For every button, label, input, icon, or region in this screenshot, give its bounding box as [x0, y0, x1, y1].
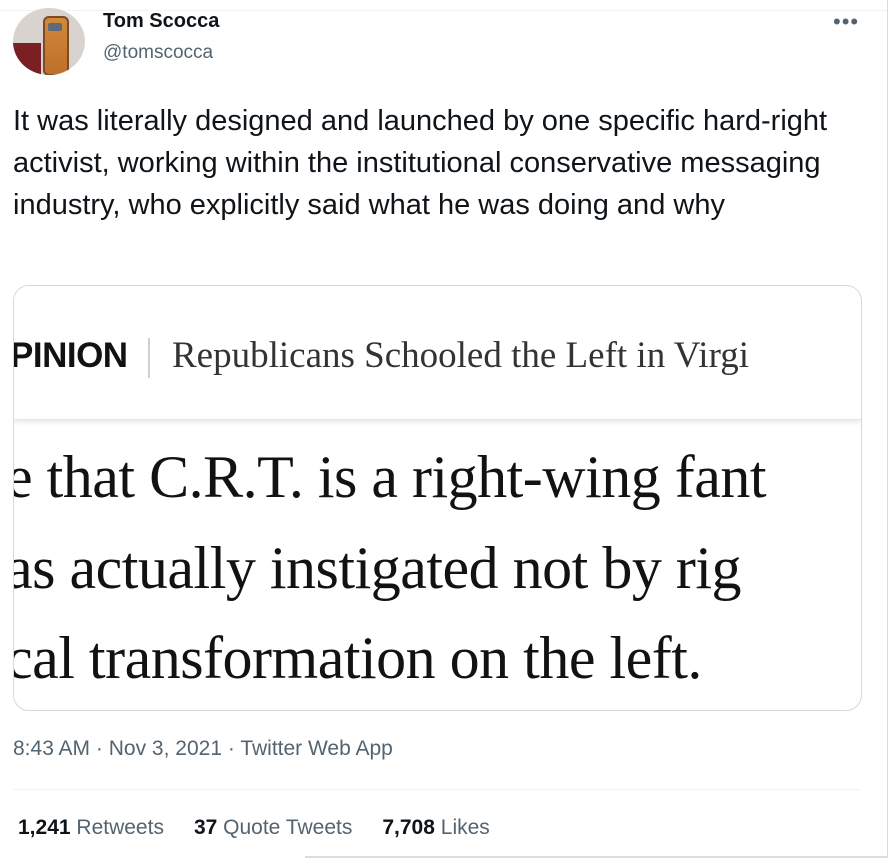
avatar[interactable] — [13, 8, 85, 75]
retweets-stat[interactable]: 1,241 Retweets — [18, 816, 164, 840]
meta-separator: · — [95, 737, 103, 760]
media-header: PINION Republicans Schooled the Left in … — [14, 286, 861, 420]
likes-stat[interactable]: 7,708 Likes — [382, 816, 489, 840]
avatar-background — [13, 43, 41, 75]
tweet-date[interactable]: Nov 3, 2021 — [109, 737, 222, 760]
meta-separator: · — [227, 737, 235, 760]
quote-tweets-stat[interactable]: 37 Quote Tweets — [194, 816, 352, 840]
tweet-time[interactable]: 8:43 AM — [13, 737, 90, 760]
media-section-label: PINION — [13, 336, 128, 375]
retweets-label: Retweets — [76, 816, 164, 839]
media-quote-line-1: e that C.R.T. is a right-wing fant — [13, 444, 767, 510]
media-headline: Republicans Schooled the Left in Virgi — [172, 335, 750, 376]
tweet-media-image[interactable]: PINION Republicans Schooled the Left in … — [13, 285, 862, 711]
stats-divider — [13, 789, 861, 790]
media-quote-line-2: as actually instigated not by rig — [13, 535, 742, 601]
tweet-source[interactable]: Twitter Web App — [240, 737, 393, 760]
media-quote-line-3: cal transformation on the left. — [13, 625, 702, 691]
media-separator — [148, 338, 150, 378]
right-border — [887, 0, 888, 858]
tweet-text: It was literally designed and launched b… — [13, 105, 828, 221]
quote-tweets-count: 37 — [193, 816, 218, 839]
more-options-icon[interactable]: ••• — [833, 11, 859, 33]
tweet-metadata: 8:43 AM · Nov 3, 2021 · Twitter Web App — [13, 737, 393, 761]
retweets-count: 1,241 — [18, 816, 71, 839]
likes-label: Likes — [440, 816, 490, 839]
author-handle[interactable]: @tomscocca — [103, 42, 213, 64]
tweet-stats: 1,241 Retweets 37 Quote Tweets 7,708 Lik… — [18, 816, 490, 840]
likes-count: 7,708 — [382, 816, 435, 839]
avatar-camera-lens — [48, 23, 62, 31]
quote-tweets-label: Quote Tweets — [223, 816, 353, 839]
author-name[interactable]: Tom Scocca — [103, 10, 219, 33]
